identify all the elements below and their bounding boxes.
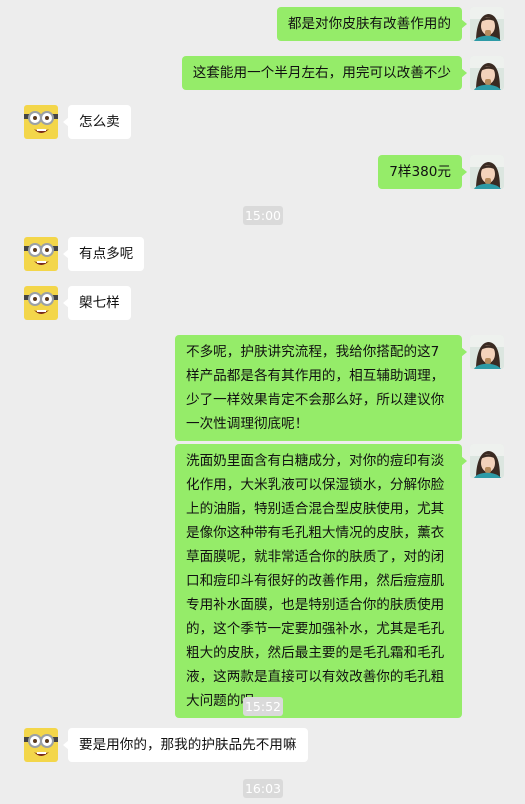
message-bubble-sent[interactable]: 7样380元 — [378, 155, 467, 189]
woman-avatar[interactable] — [470, 155, 504, 189]
timestamp-divider: 16:03 — [243, 779, 283, 798]
minion-avatar-icon — [24, 286, 58, 320]
minion-avatar-icon — [24, 728, 58, 762]
woman-avatar-icon — [470, 444, 504, 478]
woman-avatar-icon — [470, 155, 504, 189]
minion-avatar-icon — [24, 237, 58, 271]
timestamp-divider: 15:52 — [243, 697, 283, 716]
woman-avatar-icon — [470, 335, 504, 369]
woman-avatar-icon — [470, 7, 504, 41]
minion-avatar[interactable] — [24, 105, 58, 139]
minion-avatar[interactable] — [24, 728, 58, 762]
woman-avatar[interactable] — [470, 335, 504, 369]
message-bubble-received[interactable]: 要是用你的，那我的护肤品先不用嘛 — [63, 728, 308, 762]
woman-avatar-icon — [470, 56, 504, 90]
minion-avatar[interactable] — [24, 237, 58, 271]
minion-avatar[interactable] — [24, 286, 58, 320]
minion-avatar-icon — [24, 105, 58, 139]
message-bubble-received[interactable]: 㮾七样 — [63, 286, 131, 320]
woman-avatar[interactable] — [470, 7, 504, 41]
message-bubble-sent[interactable]: 这套能用一个半月左右，用完可以改善不少 — [181, 56, 468, 90]
message-bubble-received[interactable]: 怎么卖 — [63, 105, 131, 139]
woman-avatar[interactable] — [470, 444, 504, 478]
message-bubble-received[interactable]: 有点多呢 — [62, 237, 145, 271]
woman-avatar[interactable] — [470, 56, 504, 90]
chat-message-list[interactable]: 都是对你皮肤有改善作用的 这套能用一个半月左右，用完可以改善不少 怎么卖 7样3… — [0, 0, 525, 804]
timestamp-divider: 15:00 — [243, 206, 283, 225]
message-bubble-sent[interactable]: 不多呢，护肤讲究流程，我给你搭配的这7样产品都是各有其作用的，相互辅助调理，少了… — [175, 335, 467, 441]
message-bubble-sent[interactable]: 洗面奶里面含有白糖成分，对你的痘印有淡化作用，大米乳液可以保湿锁水，分解你脸上的… — [175, 444, 467, 718]
message-bubble-sent[interactable]: 都是对你皮肤有改善作用的 — [276, 7, 468, 41]
